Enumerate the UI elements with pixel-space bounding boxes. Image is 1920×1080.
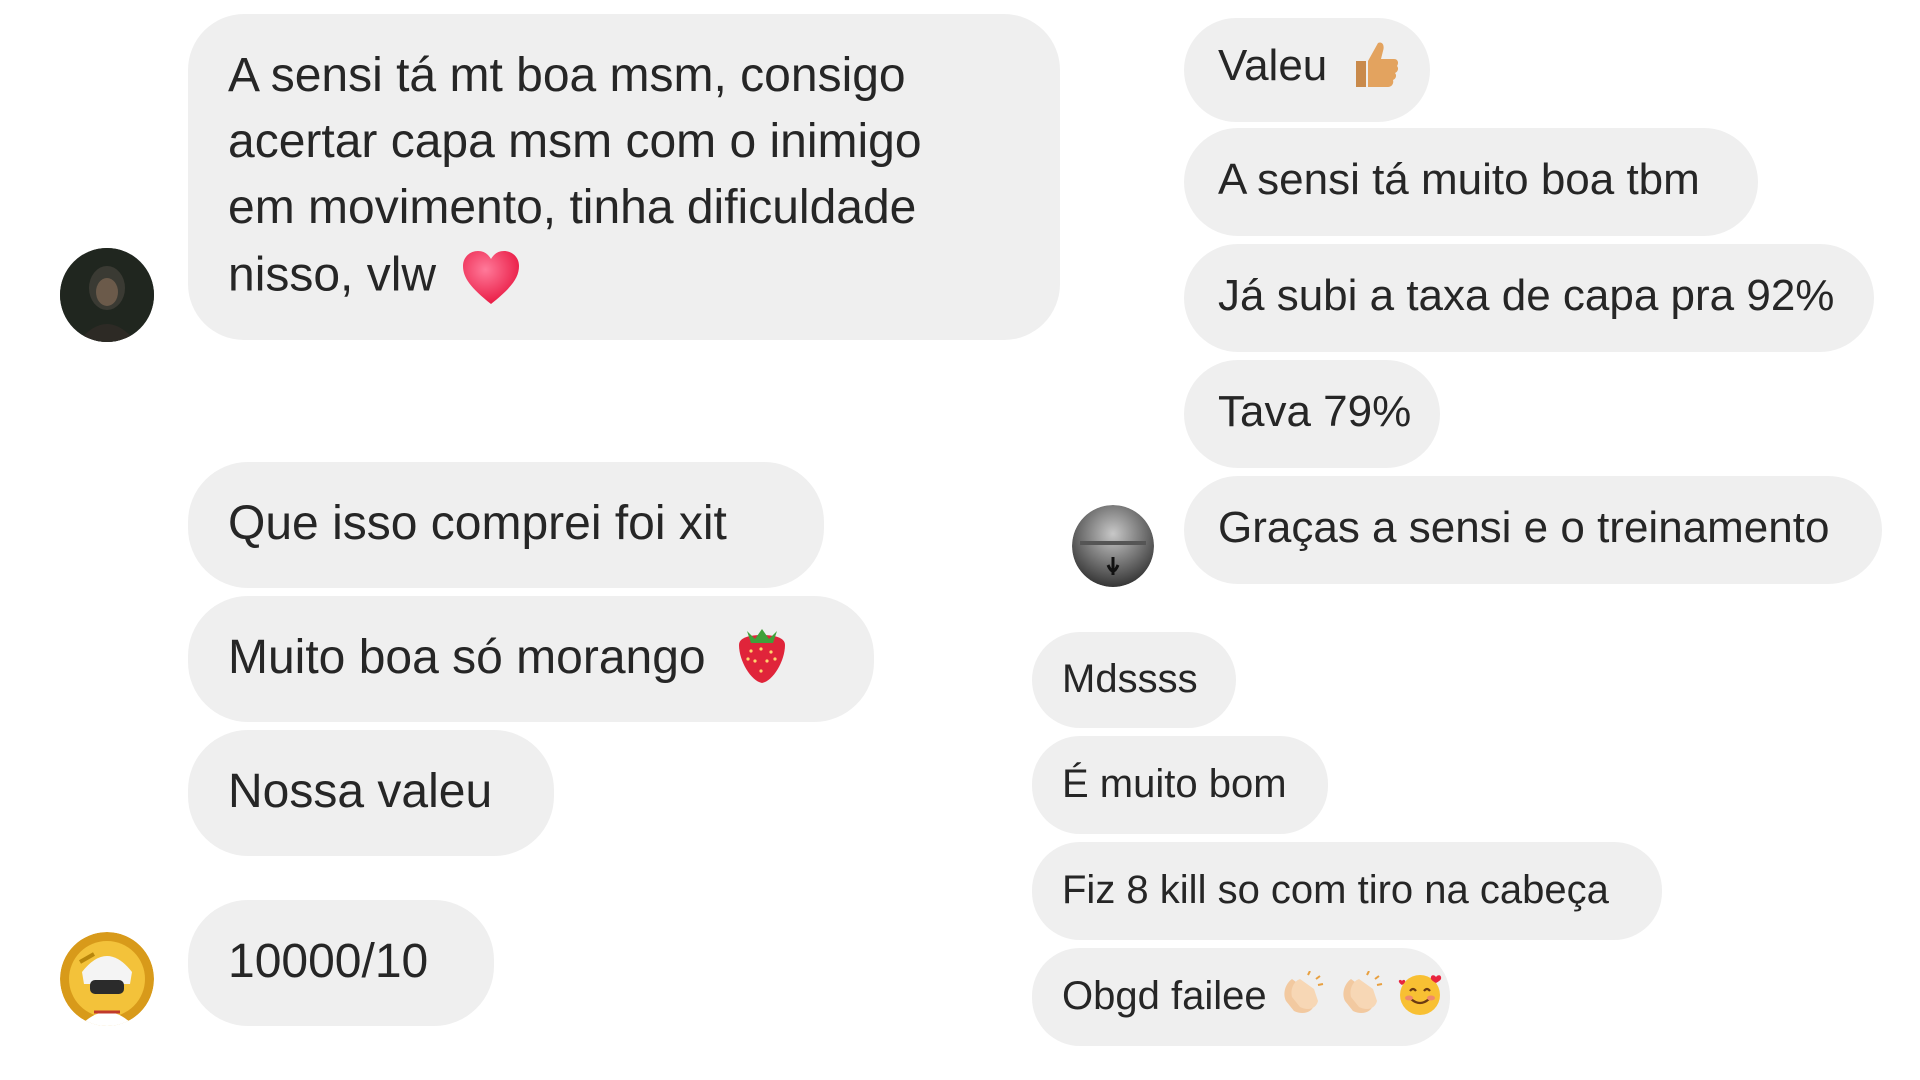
message-bubble[interactable]: Muito boa só morango xyxy=(188,596,874,722)
avatar[interactable] xyxy=(60,248,154,342)
message-text: Mdssss xyxy=(1062,657,1198,701)
message-bubble[interactable]: 10000/10 xyxy=(188,900,494,1026)
clapping-hands-icon xyxy=(1337,971,1383,1017)
message-text: Muito boa só morango xyxy=(228,631,706,684)
avatar[interactable] xyxy=(1072,505,1154,587)
message-text: Fiz 8 kill so com tiro na cabeça xyxy=(1062,868,1609,912)
clapping-hands-icon xyxy=(1278,971,1324,1017)
heart-icon xyxy=(461,250,521,306)
message-text: Valeu xyxy=(1218,41,1328,90)
message-text: Nossa valeu xyxy=(228,765,493,818)
message-text: Graças a sensi e o treinamento xyxy=(1218,503,1830,552)
message-bubble[interactable]: Graças a sensi e o treinamento xyxy=(1184,476,1882,584)
message-bubble[interactable]: Nossa valeu xyxy=(188,730,554,856)
message-text: A sensi tá muito boa tbm xyxy=(1218,155,1700,204)
message-text: É muito bom xyxy=(1062,762,1287,806)
message-line: A sensi tá mt boa msm, consigo xyxy=(228,49,906,102)
message-bubble[interactable]: Tava 79% xyxy=(1184,360,1440,468)
message-bubble[interactable]: A sensi tá muito boa tbm xyxy=(1184,128,1758,236)
avatar-photo xyxy=(1072,505,1154,587)
message-text: Obgd failee xyxy=(1062,974,1267,1018)
message-bubble[interactable]: Já subi a taxa de capa pra 92% xyxy=(1184,244,1874,352)
message-bubble[interactable]: Que isso comprei foi xit xyxy=(188,462,824,588)
message-text: Que isso comprei foi xit xyxy=(228,497,727,550)
message-bubble[interactable]: Mdssss xyxy=(1032,632,1236,728)
message-line: acertar capa msm com o inimigo xyxy=(228,115,922,168)
message-text: Tava 79% xyxy=(1218,387,1412,436)
message-bubble[interactable]: Valeu xyxy=(1184,18,1430,122)
smiling-face-with-hearts-icon xyxy=(1396,971,1444,1017)
message-line: em movimento, tinha dificuldade xyxy=(228,181,917,234)
message-text: Já subi a taxa de capa pra 92% xyxy=(1218,271,1835,320)
avatar-photo xyxy=(60,248,154,342)
message-text: 10000/10 xyxy=(228,935,429,988)
message-line: nisso, vlw xyxy=(228,248,437,302)
thumbs-up-icon xyxy=(1352,39,1400,89)
message-bubble[interactable]: É muito bom xyxy=(1032,736,1328,834)
message-bubble[interactable]: Fiz 8 kill so com tiro na cabeça xyxy=(1032,842,1662,940)
strawberry-icon xyxy=(733,625,791,685)
message-bubble[interactable]: A sensi tá mt boa msm, consigo acertar c… xyxy=(188,14,1060,340)
message-bubble[interactable]: Obgd failee xyxy=(1032,948,1450,1046)
avatar-photo xyxy=(60,932,154,1026)
avatar[interactable] xyxy=(60,932,154,1026)
